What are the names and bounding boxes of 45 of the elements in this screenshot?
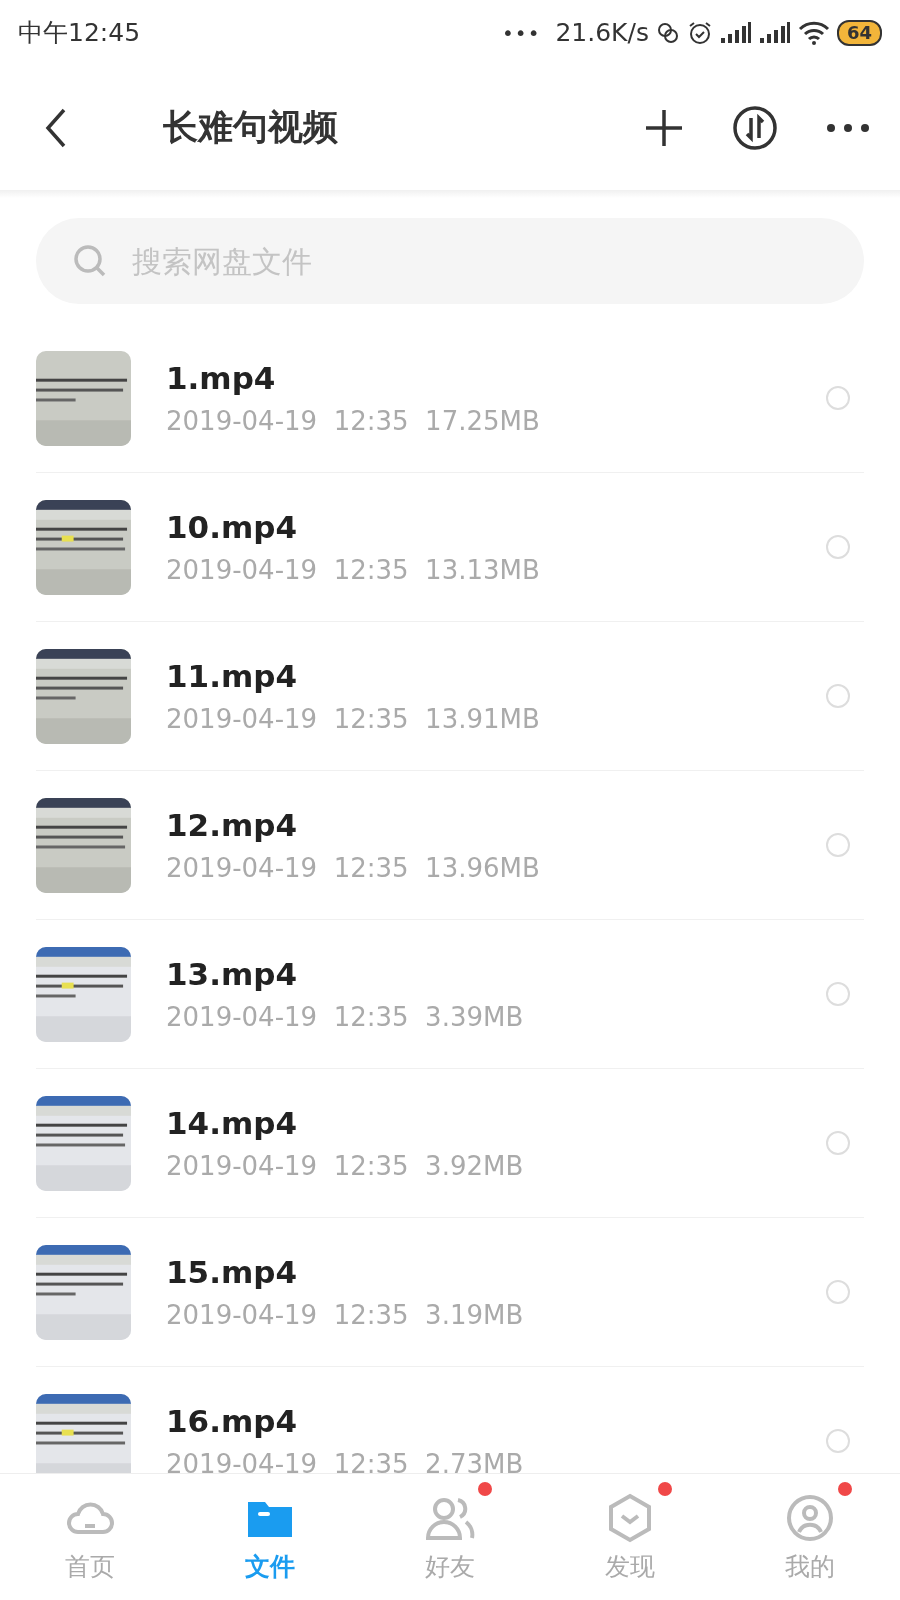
file-name: 10.mp4 xyxy=(166,509,297,545)
signal-icon xyxy=(719,21,752,44)
file-row[interactable]: 10.mp4 2019-04-19 12:35 13.13MB xyxy=(36,473,864,622)
search-icon xyxy=(72,243,108,279)
file-details: 2019-04-19 12:35 3.39MB xyxy=(166,1002,524,1032)
file-details: 2019-04-19 12:35 13.13MB xyxy=(166,555,540,585)
select-radio[interactable] xyxy=(826,1131,850,1155)
link-icon xyxy=(655,20,680,45)
select-radio[interactable] xyxy=(826,386,850,410)
select-radio[interactable] xyxy=(826,1429,850,1453)
file-row[interactable]: 14.mp4 2019-04-19 12:35 3.92MB xyxy=(36,1069,864,1218)
status-time: 中午12:45 xyxy=(18,17,141,49)
file-details: 2019-04-19 12:35 3.19MB xyxy=(166,1300,524,1330)
add-button[interactable] xyxy=(644,107,684,148)
select-radio[interactable] xyxy=(826,1280,850,1304)
more-button[interactable] xyxy=(826,122,870,133)
file-details: 2019-04-19 12:35 2.73MB xyxy=(166,1449,524,1473)
file-row[interactable]: 1.mp4 2019-04-19 12:35 17.25MB xyxy=(36,324,864,473)
signal-icon xyxy=(758,21,791,44)
file-name: 14.mp4 xyxy=(166,1105,297,1141)
notification-dots: ••• xyxy=(502,20,541,45)
file-row[interactable]: 13.mp4 2019-04-19 12:35 3.39MB xyxy=(36,920,864,1069)
network-speed: 21.6K/s xyxy=(555,18,649,47)
file-details: 2019-04-19 12:35 3.92MB xyxy=(166,1151,524,1181)
file-row[interactable]: 11.mp4 2019-04-19 12:35 13.91MB xyxy=(36,622,864,771)
battery-indicator: 64 xyxy=(836,19,882,46)
file-details: 2019-04-19 12:35 13.91MB xyxy=(166,704,540,734)
file-row[interactable]: 12.mp4 2019-04-19 12:35 13.96MB xyxy=(36,771,864,920)
wifi-icon xyxy=(797,20,830,45)
sort-button[interactable] xyxy=(732,104,778,151)
folder-title: 长难句视频 xyxy=(163,106,339,149)
file-name: 11.mp4 xyxy=(166,658,297,694)
file-name: 16.mp4 xyxy=(166,1403,297,1439)
file-name: 12.mp4 xyxy=(166,807,297,843)
file-details: 2019-04-19 12:35 13.96MB xyxy=(166,853,540,883)
file-name: 13.mp4 xyxy=(166,956,297,992)
file-name: 15.mp4 xyxy=(166,1254,297,1290)
back-button[interactable] xyxy=(44,107,68,148)
select-radio[interactable] xyxy=(826,982,850,1006)
select-radio[interactable] xyxy=(826,833,850,857)
select-radio[interactable] xyxy=(826,535,850,559)
file-row[interactable]: 15.mp4 2019-04-19 12:35 3.19MB xyxy=(36,1218,864,1367)
file-name: 1.mp4 xyxy=(166,360,276,396)
select-radio[interactable] xyxy=(826,684,850,708)
file-details: 2019-04-19 12:35 17.25MB xyxy=(166,406,540,436)
